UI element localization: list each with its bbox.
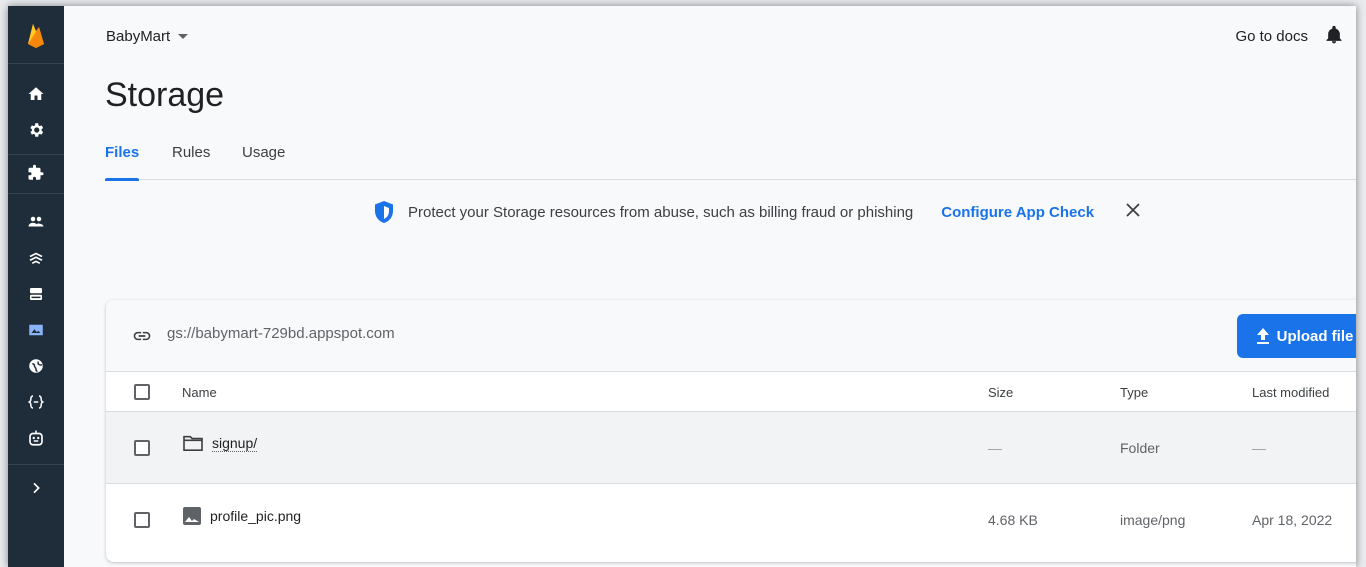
file-modified: — bbox=[1252, 440, 1266, 456]
sidebar-item-firestore[interactable] bbox=[8, 240, 64, 276]
robot-icon bbox=[29, 430, 43, 446]
table-row[interactable]: profile_pic.png 4.68 KB image/png Apr 18… bbox=[106, 484, 1356, 556]
bucket-header: gs://babymart-729bd.appspot.com Upload f… bbox=[106, 300, 1356, 372]
dismiss-banner-button[interactable] bbox=[1126, 203, 1140, 221]
caret-down-icon bbox=[178, 34, 189, 39]
upload-file-button[interactable]: Upload file bbox=[1237, 314, 1356, 358]
banner-message: Protect your Storage resources from abus… bbox=[408, 203, 914, 221]
image-icon bbox=[183, 507, 201, 525]
folder-icon bbox=[183, 435, 203, 452]
sidebar bbox=[8, 6, 64, 567]
column-header-name[interactable]: Name bbox=[182, 385, 217, 400]
tab-bar: Files Rules Usage bbox=[105, 144, 1356, 181]
firestore-icon bbox=[29, 252, 43, 264]
functions-icon bbox=[27, 395, 45, 409]
tab-rules[interactable]: Rules bbox=[172, 144, 210, 161]
bell-icon bbox=[1326, 25, 1342, 44]
column-header-size[interactable]: Size bbox=[988, 385, 1013, 400]
top-bar: BabyMart Go to docs bbox=[64, 6, 1356, 62]
file-modified: Apr 18, 2022 bbox=[1252, 512, 1333, 528]
sidebar-item-hosting[interactable] bbox=[8, 348, 64, 384]
sidebar-item-functions[interactable] bbox=[8, 384, 64, 420]
file-name-cell: signup/ bbox=[182, 434, 258, 452]
select-all-checkbox[interactable] bbox=[134, 384, 150, 400]
storage-icon bbox=[29, 324, 43, 336]
bucket-path[interactable]: gs://babymart-729bd.appspot.com bbox=[167, 325, 395, 342]
page-title: Storage bbox=[105, 76, 225, 114]
table-header: Name Size Type Last modified bbox=[106, 372, 1356, 412]
sidebar-item-settings[interactable] bbox=[8, 112, 64, 148]
database-icon bbox=[30, 288, 42, 300]
sidebar-item-authentication[interactable] bbox=[8, 204, 64, 240]
sidebar-item-home[interactable] bbox=[8, 76, 64, 112]
go-to-docs-link[interactable]: Go to docs bbox=[1235, 28, 1308, 45]
file-type: image/png bbox=[1120, 512, 1186, 528]
app-check-banner: Protect your Storage resources from abus… bbox=[374, 200, 1140, 224]
firebase-logo-icon bbox=[28, 23, 44, 48]
row-checkbox[interactable] bbox=[134, 440, 150, 456]
firebase-logo[interactable] bbox=[8, 6, 64, 64]
globe-icon bbox=[29, 359, 43, 373]
sidebar-item-storage[interactable] bbox=[8, 312, 64, 348]
files-card: gs://babymart-729bd.appspot.com Upload f… bbox=[106, 300, 1356, 562]
table-row[interactable]: signup/ — Folder — bbox=[106, 412, 1356, 484]
tab-usage[interactable]: Usage bbox=[242, 144, 285, 161]
file-name[interactable]: profile_pic.png bbox=[210, 508, 301, 524]
row-checkbox[interactable] bbox=[134, 512, 150, 528]
file-name-cell: profile_pic.png bbox=[182, 506, 301, 526]
gear-icon bbox=[30, 123, 44, 137]
column-header-type[interactable]: Type bbox=[1120, 385, 1148, 400]
shield-icon bbox=[375, 201, 393, 223]
tab-files[interactable]: Files bbox=[105, 144, 139, 161]
main-content: BabyMart Go to docs Storage Files Rules … bbox=[64, 6, 1356, 567]
app-window: BabyMart Go to docs Storage Files Rules … bbox=[8, 6, 1356, 567]
link-icon bbox=[133, 331, 151, 341]
file-type: Folder bbox=[1120, 440, 1160, 456]
notifications-button[interactable] bbox=[1324, 24, 1344, 51]
sidebar-item-extensions[interactable] bbox=[8, 155, 64, 191]
upload-file-label: Upload file bbox=[1276, 327, 1354, 345]
sidebar-item-machine-learning[interactable] bbox=[8, 420, 64, 456]
file-name[interactable]: signup/ bbox=[212, 435, 258, 452]
home-icon bbox=[28, 87, 44, 100]
people-icon bbox=[28, 216, 44, 227]
chevron-right-icon bbox=[33, 482, 40, 494]
file-size: 4.68 KB bbox=[988, 512, 1038, 528]
upload-icon bbox=[1256, 328, 1269, 344]
file-size: — bbox=[988, 440, 1002, 456]
close-icon bbox=[1126, 203, 1140, 217]
sidebar-expand-button[interactable] bbox=[8, 465, 64, 511]
project-name: BabyMart bbox=[106, 28, 171, 45]
sidebar-item-realtime-database[interactable] bbox=[8, 276, 64, 312]
configure-app-check-link[interactable]: Configure App Check bbox=[941, 204, 1094, 221]
column-header-last-modified[interactable]: Last modified bbox=[1252, 385, 1329, 400]
active-tab-indicator bbox=[105, 178, 139, 181]
project-selector[interactable]: BabyMart bbox=[106, 28, 189, 45]
extensions-icon bbox=[28, 164, 44, 180]
